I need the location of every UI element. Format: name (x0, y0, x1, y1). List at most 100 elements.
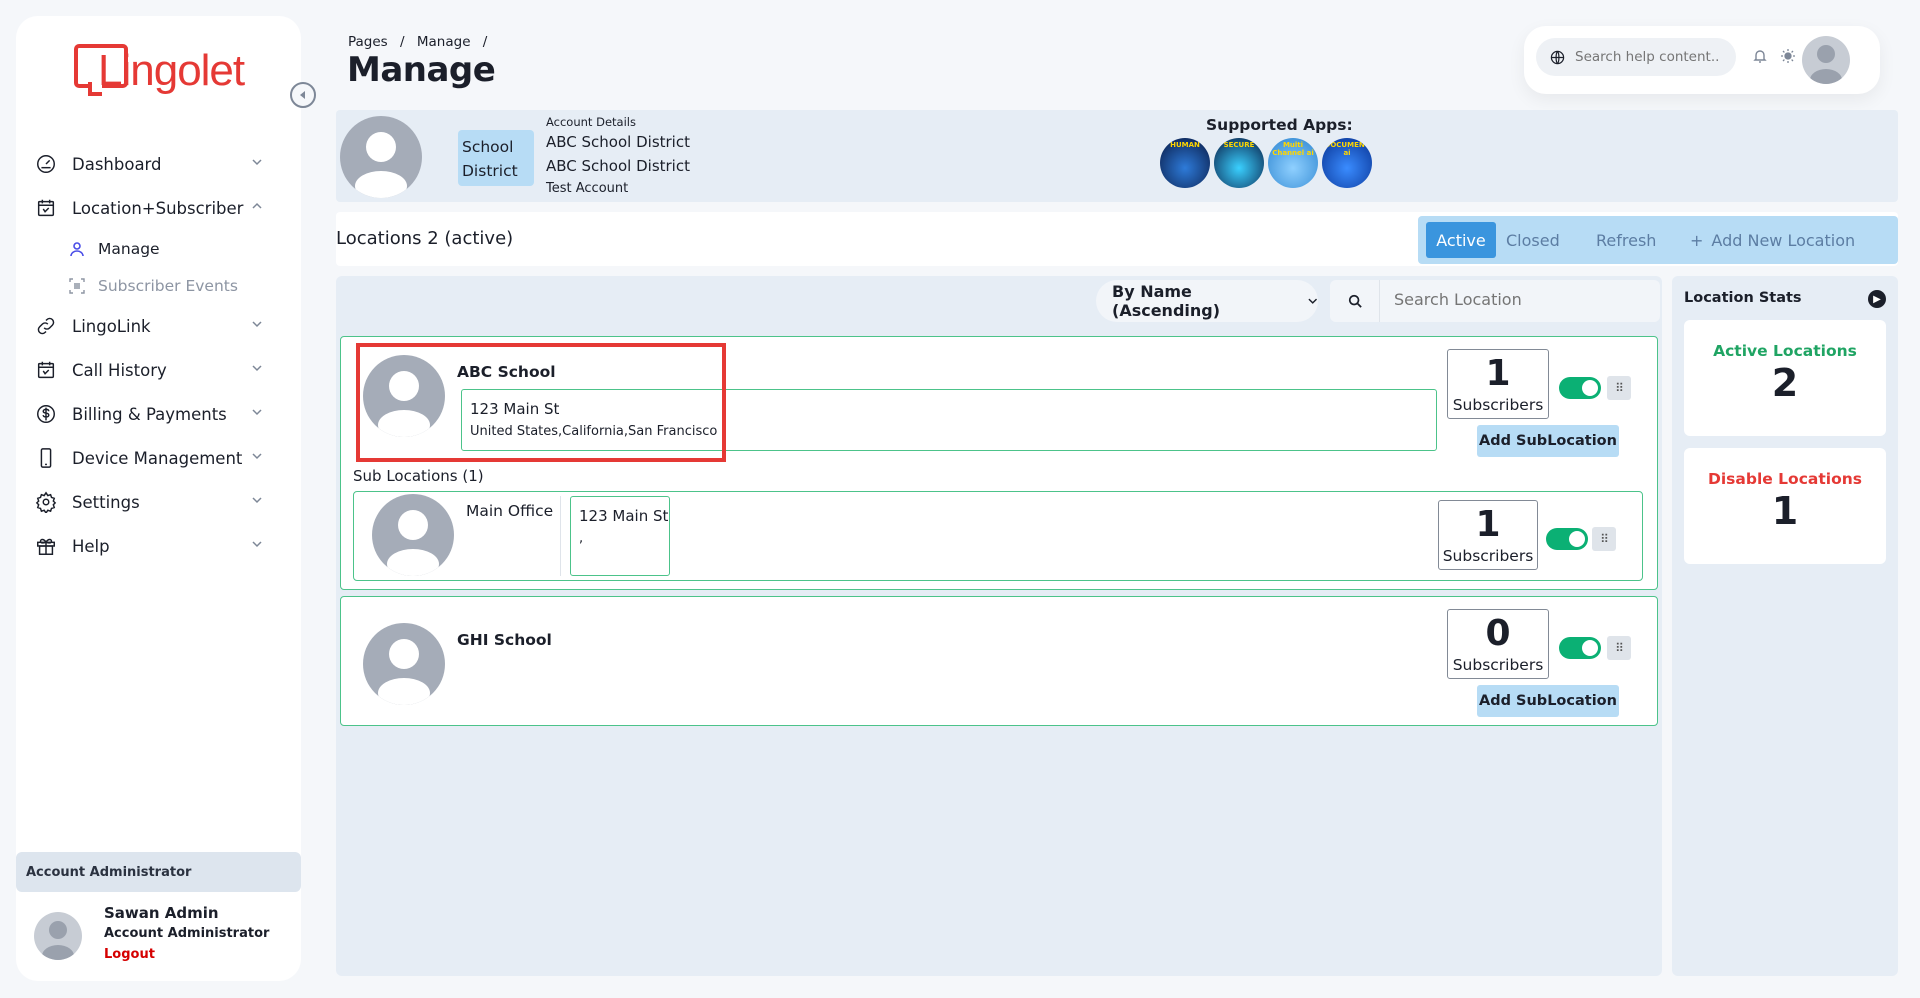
sublocation-active-toggle[interactable] (1546, 528, 1588, 550)
events-icon (68, 277, 86, 295)
sublocation-name: Main Office (466, 502, 554, 520)
location-active-toggle[interactable] (1559, 377, 1601, 399)
sidebar-item-label: Call History (72, 360, 167, 380)
logo-text: Lingolet (98, 46, 245, 95)
sidebar-nav: Dashboard Location+Subscriber Manage Sub… (16, 142, 301, 568)
sidebar-item-label: Dashboard (72, 154, 162, 174)
sidebar-item-label: Help (72, 536, 110, 556)
document-ai-app-icon[interactable]: DOCUMENT ai (1322, 138, 1372, 188)
avatar[interactable] (1802, 36, 1850, 84)
location-avatar (363, 623, 445, 705)
chevron-down-icon (251, 318, 267, 334)
account-name: ABC School District (546, 133, 690, 151)
drag-handle-icon[interactable]: ⠿ (1592, 527, 1616, 551)
sublocations-heading: Sub Locations (1) (353, 467, 484, 485)
chevron-down-icon (1307, 298, 1317, 304)
gift-icon (34, 534, 58, 558)
user-icon (68, 240, 86, 258)
subscribers-count: 1 Subscribers (1438, 500, 1538, 570)
top-toolbar (1524, 26, 1880, 94)
globe-icon (1550, 50, 1565, 64)
sidebar-subitem-label: Subscriber Events (98, 276, 238, 295)
location-search[interactable] (1330, 280, 1660, 322)
active-locations-label: Active Locations (1713, 342, 1857, 360)
lingolet-logo[interactable]: Lingolet (74, 42, 254, 98)
breadcrumb-manage[interactable]: Manage (417, 34, 471, 50)
logout-link[interactable]: Logout (104, 947, 155, 962)
sort-label: By Name (Ascending) (1112, 282, 1221, 320)
sidebar-item-device-management[interactable]: Device Management (16, 436, 301, 480)
add-new-location-label: Add New Location (1711, 230, 1856, 250)
subscribers-number: 1 (1475, 504, 1501, 545)
sun-icon[interactable] (1780, 48, 1798, 66)
sidebar-item-settings[interactable]: Settings (16, 480, 301, 524)
location-search-input[interactable] (1394, 290, 1644, 309)
account-type-badge: School District (458, 130, 534, 186)
address-line1: 123 Main St (579, 507, 669, 525)
account-type-line1: School (462, 138, 514, 156)
locations-count-title: Locations 2 (active) (336, 228, 514, 249)
subscribers-number: 1 (1485, 353, 1511, 394)
sidebar: Lingolet Dashboard Location+Subscriber M… (16, 16, 301, 981)
account-role-band: Account Administrator (16, 852, 301, 892)
breadcrumb-separator: / (400, 34, 405, 50)
add-sublocation-button[interactable]: Add SubLocation (1477, 425, 1619, 457)
sidebar-item-location-subscriber[interactable]: Location+Subscriber (16, 186, 301, 230)
chevron-down-icon (251, 494, 267, 510)
location-stats-title: Location Stats (1684, 290, 1802, 306)
supported-apps: HUMAN SECURE Multi Channel ai DOCUMENT a… (1160, 138, 1372, 188)
account-display-name: ABC School District (546, 157, 690, 175)
disabled-locations-label: Disable Locations (1708, 470, 1862, 488)
divider (560, 496, 561, 576)
location-name: GHI School (457, 631, 552, 649)
sidebar-subitem-label: Manage (98, 239, 160, 258)
search-icon[interactable] (1330, 280, 1380, 322)
disabled-locations-card: Disable Locations 1 (1684, 448, 1886, 564)
add-sublocation-button[interactable]: Add SubLocation (1477, 685, 1619, 717)
drag-handle-icon[interactable]: ⠿ (1607, 376, 1631, 400)
sidebar-item-billing-payments[interactable]: Billing & Payments (16, 392, 301, 436)
sidebar-item-help[interactable]: Help (16, 524, 301, 568)
calendar-icon (34, 196, 58, 220)
locations-bar: Locations 2 (active) Active Closed Refre… (336, 212, 1898, 266)
help-search-input[interactable] (1575, 49, 1725, 65)
breadcrumb-pages[interactable]: Pages (348, 34, 388, 50)
sidebar-subitem-subscriber-events[interactable]: Subscriber Events (16, 267, 301, 304)
chevron-down-icon (251, 450, 267, 466)
sidebar-subitem-manage[interactable]: Manage (16, 230, 301, 267)
multi-channel-ai-app-icon[interactable]: Multi Channel ai (1268, 138, 1318, 188)
refresh-button[interactable]: Refresh (1596, 222, 1656, 258)
filter-closed-button[interactable]: Closed (1506, 222, 1560, 258)
filter-active-button[interactable]: Active (1426, 222, 1496, 258)
user-role: Account Administrator (104, 926, 270, 941)
sidebar-item-label: Device Management (72, 448, 243, 468)
avatar[interactable] (34, 912, 82, 960)
sort-dropdown[interactable]: By Name (Ascending) (1096, 280, 1318, 322)
bell-icon[interactable] (1752, 48, 1770, 66)
disabled-locations-value: 1 (1771, 489, 1799, 533)
add-new-location-button[interactable]: + Add New Location (1690, 222, 1855, 258)
sidebar-collapse-button[interactable] (290, 82, 316, 108)
human-app-icon[interactable]: HUMAN (1160, 138, 1210, 188)
calendar-icon (34, 358, 58, 382)
subscribers-count: 0 Subscribers (1447, 609, 1549, 679)
breadcrumb: Pages / Manage / (348, 34, 495, 50)
sidebar-item-lingolink[interactable]: LingoLink (16, 304, 301, 348)
sidebar-item-call-history[interactable]: Call History (16, 348, 301, 392)
subscribers-label: Subscribers (1442, 547, 1534, 565)
sidebar-item-label: Billing & Payments (72, 404, 227, 424)
sidebar-item-dashboard[interactable]: Dashboard (16, 142, 301, 186)
chevron-down-icon (251, 156, 267, 172)
arrow-right-icon[interactable]: ▶ (1868, 290, 1886, 308)
drag-handle-icon[interactable]: ⠿ (1607, 636, 1631, 660)
dollar-icon (34, 402, 58, 426)
location-active-toggle[interactable] (1559, 637, 1601, 659)
user-block: Sawan Admin Account Administrator Logout (34, 902, 294, 972)
user-name: Sawan Admin (104, 904, 219, 922)
help-search[interactable] (1536, 38, 1736, 76)
plus-icon: + (1690, 230, 1704, 250)
sidebar-item-label: LingoLink (72, 316, 151, 336)
subscribers-number: 0 (1485, 613, 1511, 654)
chevron-down-icon (251, 362, 267, 378)
secure-app-icon[interactable]: SECURE (1214, 138, 1264, 188)
